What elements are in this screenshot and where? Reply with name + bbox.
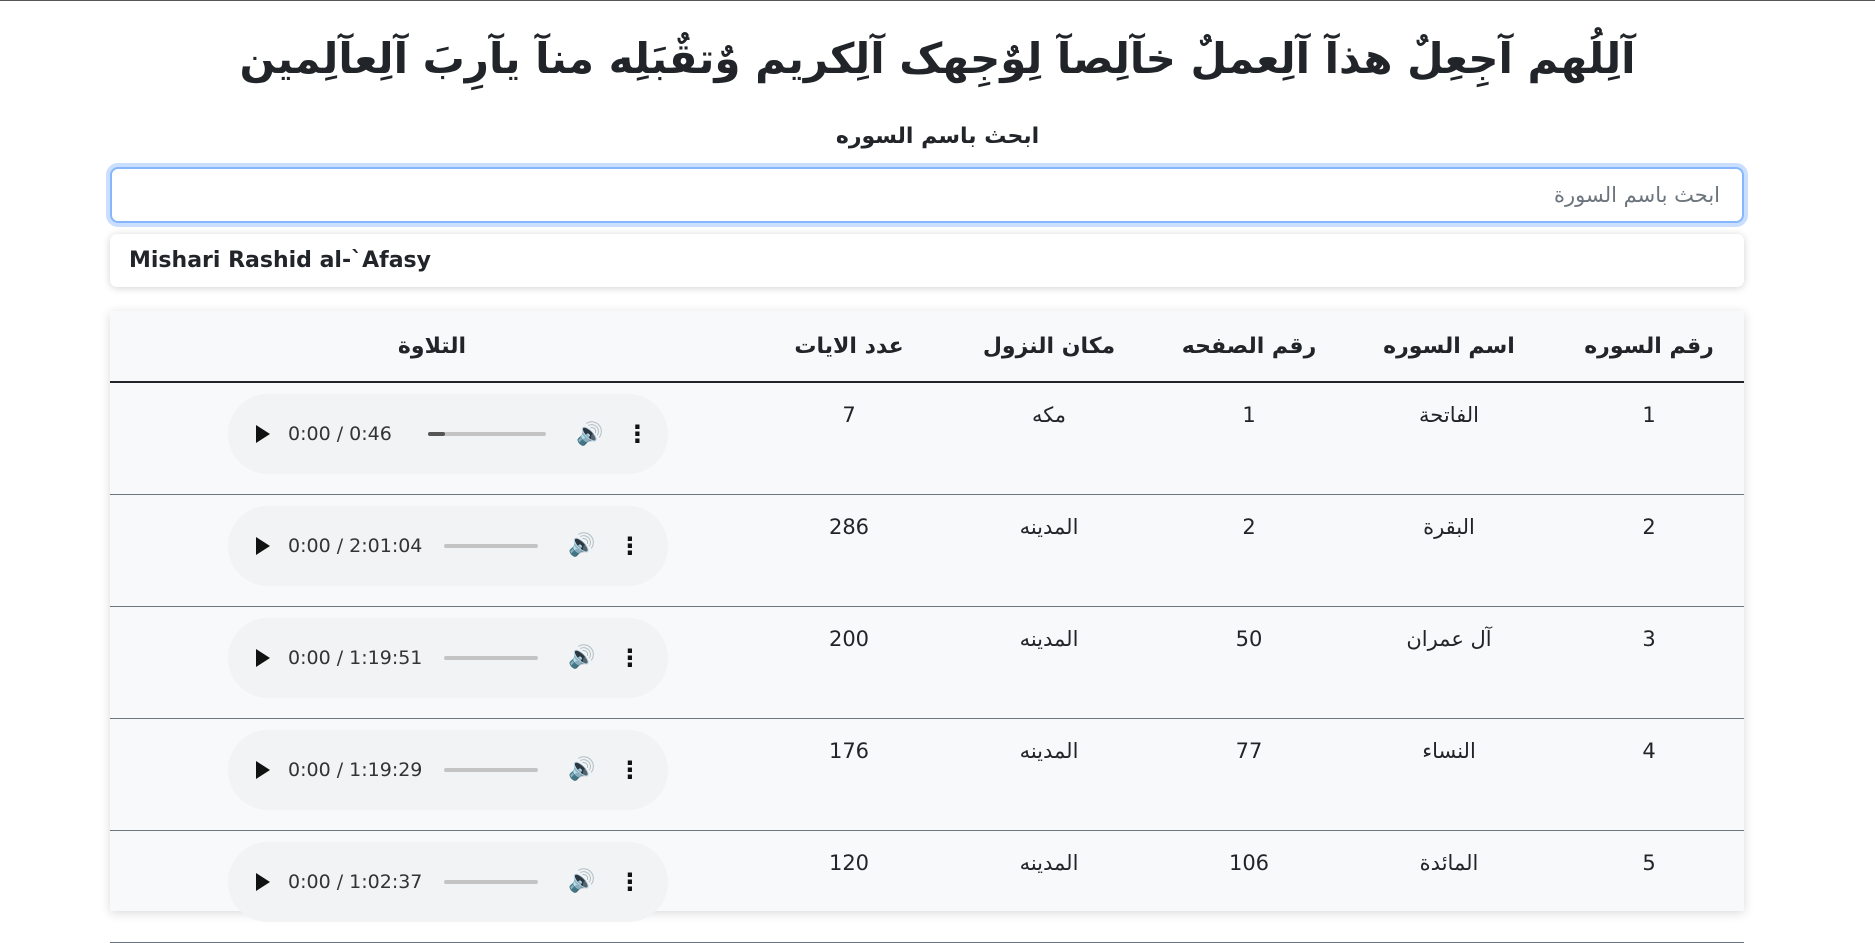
page-number: 1 (1242, 403, 1256, 427)
page-number: 2 (1242, 514, 1256, 539)
audio-player[interactable]: 0:00 / 1:19:51 🔊 ⋮ (228, 617, 668, 698)
revelation-place: المدينه (1019, 738, 1079, 763)
audio-seek-bar[interactable] (444, 767, 539, 772)
surah-number: 4 (1642, 738, 1656, 763)
more-vertical-icon[interactable]: ⋮ (625, 422, 649, 446)
audio-time: 0:00 / 0:46 (288, 423, 392, 445)
ayah-count: 286 (828, 514, 870, 539)
volume-icon[interactable]: 🔊 (568, 757, 595, 782)
volume-icon[interactable]: 🔊 (568, 533, 595, 558)
ayah-count: 7 (842, 403, 856, 427)
header-recitation: التلاوة (397, 333, 467, 359)
recitation-cell: 0:00 / 2:01:04 🔊 ⋮ (110, 494, 754, 606)
ayah-count: 200 (828, 626, 870, 651)
play-icon[interactable] (256, 536, 270, 555)
audio-time: 0:00 / 1:19:51 (288, 646, 423, 669)
more-vertical-icon[interactable]: ⋮ (618, 870, 642, 894)
play-icon[interactable] (256, 760, 270, 779)
reciter-option[interactable]: Mishari Rashid al-`Afasy (110, 234, 1744, 287)
audio-player[interactable]: 0:00 / 1:02:37 🔊 ⋮ (228, 841, 668, 922)
revelation-place: مكه (1031, 403, 1067, 427)
recitation-cell: 0:00 / 1:02:37 🔊 ⋮ (110, 830, 754, 942)
table-body: 1 الفاتحة 1 مكه 7 0:00 / 0:46 🔊 ⋮ 2 البقرة 2 المدين… (110, 382, 1744, 942)
surah-name: المائدة (1419, 850, 1479, 875)
more-vertical-icon[interactable]: ⋮ (618, 534, 642, 558)
surah-number: 3 (1642, 626, 1656, 651)
revelation-place: المدينه (1019, 514, 1079, 539)
audio-seek-bar[interactable] (428, 432, 546, 436)
table-row: 1 الفاتحة 1 مكه 7 0:00 / 0:46 🔊 ⋮ (110, 382, 1744, 494)
audio-player[interactable]: 0:00 / 1:19:29 🔊 ⋮ (228, 729, 668, 810)
header-revelation-place: مكان النزول (982, 333, 1116, 359)
audio-progress-fill (428, 432, 445, 436)
surah-table: رقم السوره اسم السوره رقم الصفحه مكان ال… (110, 311, 1744, 942)
ayah-count: 176 (828, 738, 870, 763)
recitation-cell: 0:00 / 1:19:51 🔊 ⋮ (110, 606, 754, 718)
surah-number: 2 (1642, 514, 1656, 539)
table-row: 3 آل عمران 50 المدينه 200 0:00 / 1:19:51 🔊 ⋮ (110, 606, 1744, 718)
audio-player[interactable]: 0:00 / 2:01:04 🔊 ⋮ (228, 505, 668, 586)
play-icon[interactable] (256, 648, 270, 667)
audio-time: 0:00 / 1:19:29 (288, 758, 423, 781)
audio-time: 0:00 / 2:01:04 (288, 534, 423, 557)
volume-icon[interactable]: 🔊 (568, 869, 595, 894)
volume-icon[interactable]: 🔊 (576, 422, 603, 447)
revelation-place: المدينه (1019, 626, 1079, 651)
surah-number: 5 (1642, 850, 1656, 875)
surah-name: البقرة (1423, 514, 1475, 539)
recitation-cell: 0:00 / 0:46 🔊 ⋮ (110, 382, 754, 494)
header-surah-number: رقم السوره (1584, 333, 1714, 359)
table-row: 4 النساء 77 المدينه 176 0:00 / 1:19:29 🔊 ⋮ (110, 718, 1744, 830)
revelation-place: المدينه (1019, 850, 1079, 875)
volume-icon[interactable]: 🔊 (568, 645, 595, 670)
header-page-number: رقم الصفحه (1181, 333, 1317, 359)
audio-seek-bar[interactable] (444, 655, 539, 660)
table-row: 2 البقرة 2 المدينه 286 0:00 / 2:01:04 🔊 ⋮ (110, 494, 1744, 606)
table-header-row: رقم السوره اسم السوره رقم الصفحه مكان ال… (110, 311, 1744, 382)
audio-seek-bar[interactable] (444, 543, 539, 548)
page-number: 106 (1228, 850, 1270, 875)
surah-name: آل عمران (1406, 626, 1492, 651)
play-icon[interactable] (256, 425, 270, 443)
surah-name: النساء (1422, 738, 1476, 763)
play-icon[interactable] (256, 872, 270, 891)
ayah-count: 120 (828, 850, 870, 875)
surah-search-input[interactable] (110, 167, 1744, 223)
search-label: ابحث باسم السوره (835, 124, 1040, 149)
more-vertical-icon[interactable]: ⋮ (618, 646, 642, 670)
header-ayah-count: عدد الايات (794, 333, 904, 359)
recitation-cell: 0:00 / 1:19:29 🔊 ⋮ (110, 718, 754, 830)
page-number: 77 (1235, 738, 1263, 763)
page-title: آلِلُهم آجِعِلٌ هذآ آلِعملٌ خآلِصآ لِوٌج… (239, 34, 1636, 83)
surah-name: الفاتحة (1419, 403, 1479, 427)
table-row: 5 المائدة 106 المدينه 120 0:00 / 1:02:37 🔊 ⋮ (110, 830, 1744, 942)
audio-player[interactable]: 0:00 / 0:46 🔊 ⋮ (228, 394, 668, 474)
header-surah-name: اسم السوره (1383, 333, 1515, 359)
page-number: 50 (1235, 626, 1263, 651)
more-vertical-icon[interactable]: ⋮ (618, 758, 642, 782)
audio-seek-bar[interactable] (444, 879, 539, 884)
surah-number: 1 (1642, 403, 1656, 427)
audio-time: 0:00 / 1:02:37 (288, 870, 423, 893)
